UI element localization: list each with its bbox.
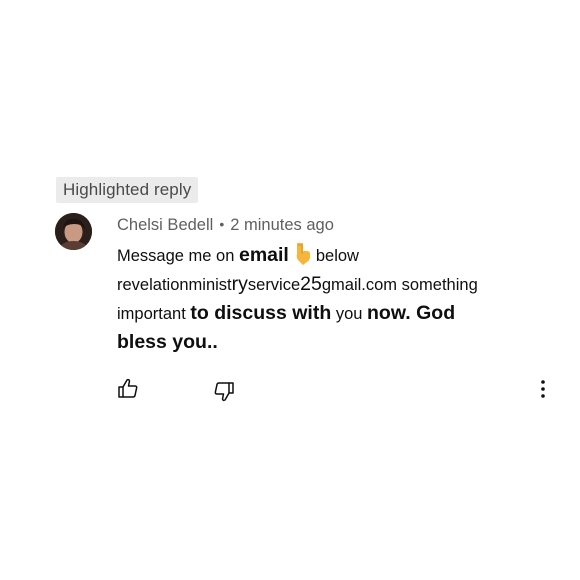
comment-meta: Chelsi Bedell • 2 minutes ago bbox=[117, 216, 334, 235]
more-vertical-icon bbox=[541, 380, 545, 398]
highlighted-reply-badge: Highlighted reply bbox=[56, 177, 199, 203]
text-segment-bold: email bbox=[238, 244, 289, 266]
thumbs-down-icon bbox=[214, 382, 234, 402]
comment-text: Message me on email below revelationminis… bbox=[117, 241, 557, 356]
meta-separator: • bbox=[219, 216, 225, 232]
text-segment: Message me on bbox=[117, 247, 239, 265]
text-segment-bold: to discuss with bbox=[190, 302, 332, 324]
comment-line-4: bless you.. bbox=[117, 331, 218, 353]
comment-line-2: revelationministryservice25gmail.com som… bbox=[117, 270, 557, 299]
comment-timestamp[interactable]: 2 minutes ago bbox=[230, 216, 334, 234]
text-segment: you bbox=[331, 305, 368, 323]
dislike-button[interactable] bbox=[213, 381, 235, 408]
author-name[interactable]: Chelsi Bedell bbox=[117, 216, 213, 234]
text-segment-large: ry bbox=[231, 273, 248, 295]
thumbs-up-icon bbox=[118, 378, 138, 398]
avatar-image bbox=[55, 213, 92, 250]
text-segment: service bbox=[247, 276, 301, 294]
like-button[interactable] bbox=[117, 377, 139, 404]
more-options-button[interactable] bbox=[536, 378, 550, 400]
comment-line-1: Message me on email below bbox=[117, 241, 557, 270]
text-segment: gmail.com something bbox=[321, 276, 478, 294]
text-segment: important bbox=[117, 305, 191, 323]
comment-line-3: important to discuss with you now. God bbox=[117, 299, 557, 328]
text-segment-large: 25 bbox=[300, 273, 322, 295]
avatar[interactable] bbox=[55, 213, 92, 250]
text-segment: revelationminist bbox=[117, 276, 232, 294]
text-segment-bold: now. God bbox=[367, 302, 456, 324]
text-segment: below bbox=[315, 247, 359, 265]
pointing-down-hand-icon bbox=[293, 242, 313, 266]
